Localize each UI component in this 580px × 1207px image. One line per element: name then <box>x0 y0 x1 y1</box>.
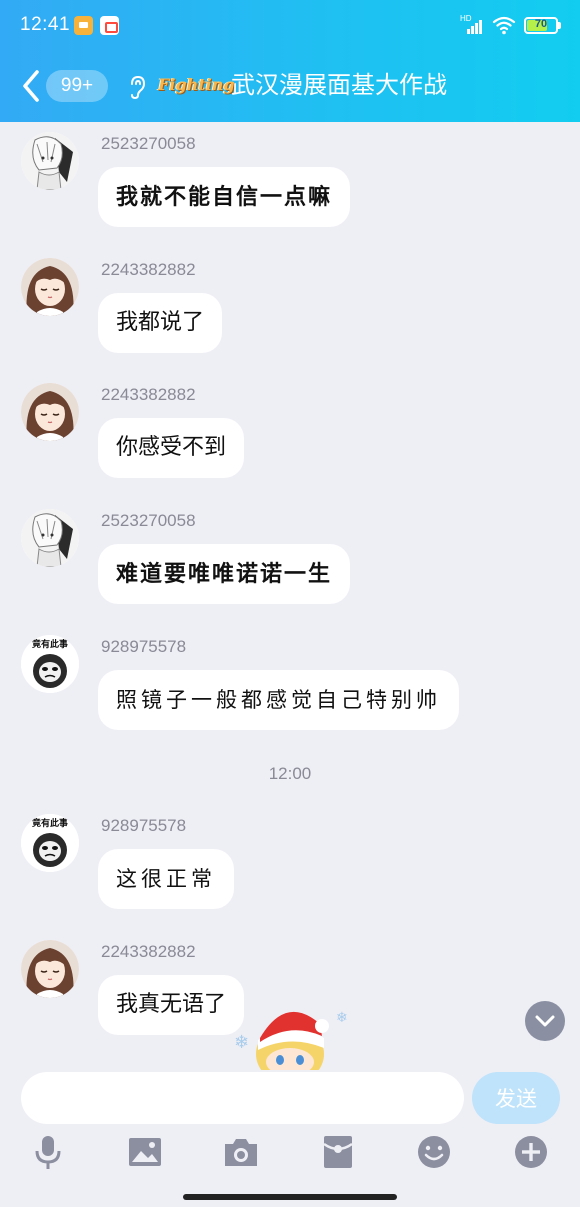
anime-girl-avatar[interactable] <box>21 132 79 190</box>
ear-icon[interactable] <box>126 74 148 100</box>
sender-id: 2243382882 <box>101 385 196 404</box>
scroll-to-bottom-button[interactable] <box>525 1001 565 1041</box>
app-notification-icon <box>74 16 93 35</box>
plus-icon[interactable] <box>509 1130 553 1174</box>
group-title[interactable]: 武汉漫展面基大作战 <box>231 68 447 102</box>
red-packet-icon[interactable] <box>316 1130 360 1174</box>
camera-icon[interactable] <box>219 1130 263 1174</box>
sender-id: 2243382882 <box>101 942 196 961</box>
brown-hair-girl-avatar[interactable] <box>21 258 79 316</box>
unread-count-badge[interactable]: 99+ <box>46 70 108 102</box>
battery-tip <box>558 22 561 29</box>
sender-id: 2523270058 <box>101 511 196 530</box>
battery-icon: 70 <box>524 17 558 34</box>
panda-caption: 竟有此事 <box>31 638 68 650</box>
panda-meme-avatar[interactable]: 竟有此事 <box>21 814 79 872</box>
message-bubble[interactable]: 难道要唯唯诺诺一生 <box>98 544 351 604</box>
message-bubble[interactable]: 照镜子一般都感觉自己特别帅 <box>98 670 459 730</box>
svg-text:❄: ❄ <box>234 1032 249 1053</box>
status-bar: 12:41 HD 70 <box>0 0 580 54</box>
input-area: 发送 <box>0 1070 580 1207</box>
brown-hair-girl-avatar[interactable] <box>21 940 79 998</box>
signal-icon: HD <box>460 14 484 34</box>
message-input[interactable] <box>21 1072 464 1124</box>
time-divider: 12:00 <box>268 764 312 783</box>
status-time: 12:41 <box>20 14 71 35</box>
chevron-down-icon <box>535 1015 555 1027</box>
video-app-icon <box>100 16 119 35</box>
send-button[interactable]: 发送 <box>472 1072 560 1124</box>
message-bubble[interactable]: 我就不能自信一点嘛 <box>98 167 351 227</box>
panda-meme-avatar[interactable]: 竟有此事 <box>21 635 79 693</box>
anime-girl-avatar[interactable] <box>21 509 79 567</box>
input-toolbar <box>0 1130 580 1182</box>
message-bubble[interactable]: 我真无语了 <box>98 975 245 1035</box>
network-label: HD <box>460 14 472 23</box>
sender-id: 928975578 <box>101 816 187 835</box>
message-bubble[interactable]: 我都说了 <box>98 293 223 353</box>
chevron-left-icon[interactable] <box>18 68 44 104</box>
panda-caption: 竟有此事 <box>31 817 68 829</box>
battery-level: 70 <box>534 18 548 30</box>
image-icon[interactable] <box>123 1130 167 1174</box>
wifi-icon <box>492 16 516 35</box>
chat-header: 12:41 HD 70 99+ Fighting 武汉漫展面基大作战 <box>0 0 580 122</box>
message-list[interactable]: 2523270058 我就不能自信一点嘛 2243382882 我都说了 224… <box>0 122 580 1070</box>
message-bubble[interactable]: 你感受不到 <box>98 418 245 478</box>
group-logo: Fighting <box>158 75 235 94</box>
brown-hair-girl-avatar[interactable] <box>21 383 79 441</box>
sender-id: 2243382882 <box>101 260 196 279</box>
emoji-icon[interactable] <box>412 1130 456 1174</box>
svg-text:❄: ❄ <box>336 1010 348 1026</box>
home-indicator[interactable] <box>183 1194 397 1200</box>
sender-id: 928975578 <box>101 637 187 656</box>
microphone-icon[interactable] <box>26 1130 70 1174</box>
christmas-character-sticker: ❄ ❄ <box>234 1010 348 1070</box>
message-bubble[interactable]: 这很正常 <box>98 849 234 909</box>
sender-id: 2523270058 <box>101 134 196 153</box>
